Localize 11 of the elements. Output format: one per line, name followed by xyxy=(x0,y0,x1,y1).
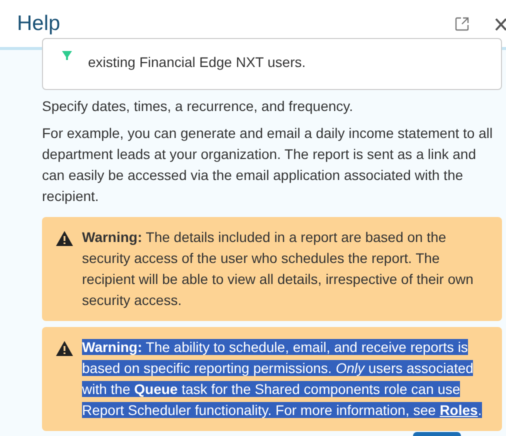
open-in-new-window-icon[interactable] xyxy=(454,16,470,32)
roles-link[interactable]: Roles xyxy=(440,402,478,418)
paragraph: For example, you can generate and email a daily income statement to all department leads at your organization. The report is sent as a link and can easily be accessed via the email application associated with the recipient. xyxy=(42,124,494,206)
note-text: existing Financial Edge NXT users. xyxy=(88,53,306,72)
warning-text: Warning: The ability to schedule, email, and receive reports is based on specific reporting permissions. Only users associated with the Queue task for the Shared components role can use Report Scheduler functionality. For more information, see Roles. xyxy=(82,338,483,420)
close-icon[interactable] xyxy=(495,18,506,31)
paragraph: Specify dates, times, a recurrence, and frequency. xyxy=(42,97,354,116)
panel-title: Help xyxy=(17,10,60,37)
warning-text: Warning: The details included in a report are based on the security access of the user who schedules the report. The recipient will be able to view all details, irrespective of their own security access. xyxy=(82,228,474,310)
warning-icon xyxy=(56,341,73,356)
warning-icon xyxy=(56,231,73,246)
